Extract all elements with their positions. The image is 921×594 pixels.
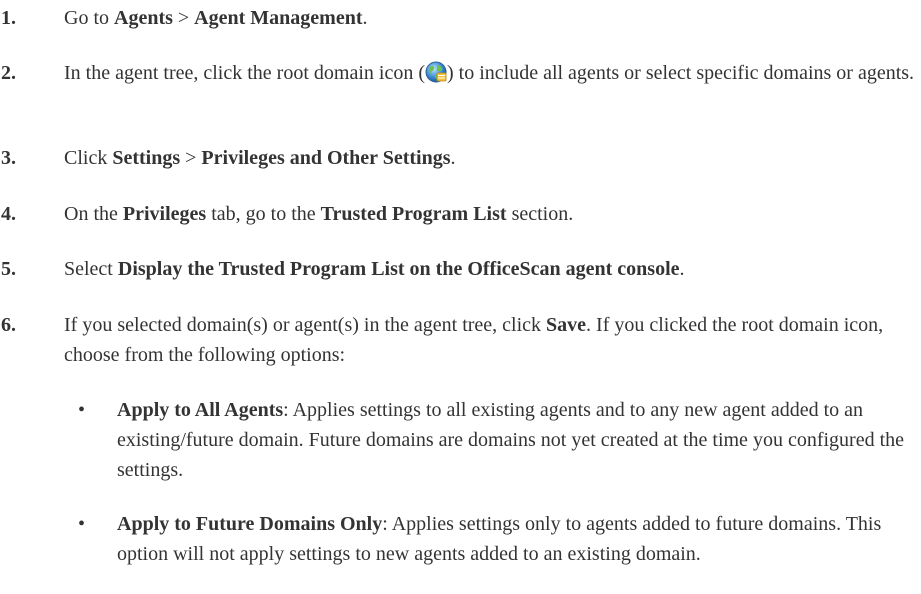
step-number: 2. xyxy=(1,62,16,84)
step-text: If you selected domain(s) or agent(s) in… xyxy=(64,314,884,366)
bullet-icon: • xyxy=(78,513,86,535)
document-page: 1. Go to Agents > Agent Management. 2. I… xyxy=(0,0,921,594)
step-number: 5. xyxy=(1,258,16,280)
step-number: 4. xyxy=(1,203,16,225)
step-text: On the Privileges tab, go to the Trusted… xyxy=(64,203,574,225)
option-text: Apply to Future Domains Only: Applies se… xyxy=(117,509,917,569)
step-number: 3. xyxy=(1,147,16,169)
step-number: 1. xyxy=(1,7,16,29)
step-text: Select Display the Trusted Program List … xyxy=(64,258,685,280)
bullet-icon: • xyxy=(78,399,86,421)
option-text: Apply to All Agents: Applies settings to… xyxy=(117,395,917,485)
root-domain-globe-icon xyxy=(425,61,447,83)
step-text: Go to Agents > Agent Management. xyxy=(64,7,368,29)
step-text: In the agent tree, click the root domain… xyxy=(64,61,915,84)
option-title: Apply to Future Domains Only xyxy=(117,513,383,535)
step-text: Click Settings > Privileges and Other Se… xyxy=(64,147,456,169)
step-number: 6. xyxy=(1,314,16,336)
option-title: Apply to All Agents xyxy=(117,399,284,421)
